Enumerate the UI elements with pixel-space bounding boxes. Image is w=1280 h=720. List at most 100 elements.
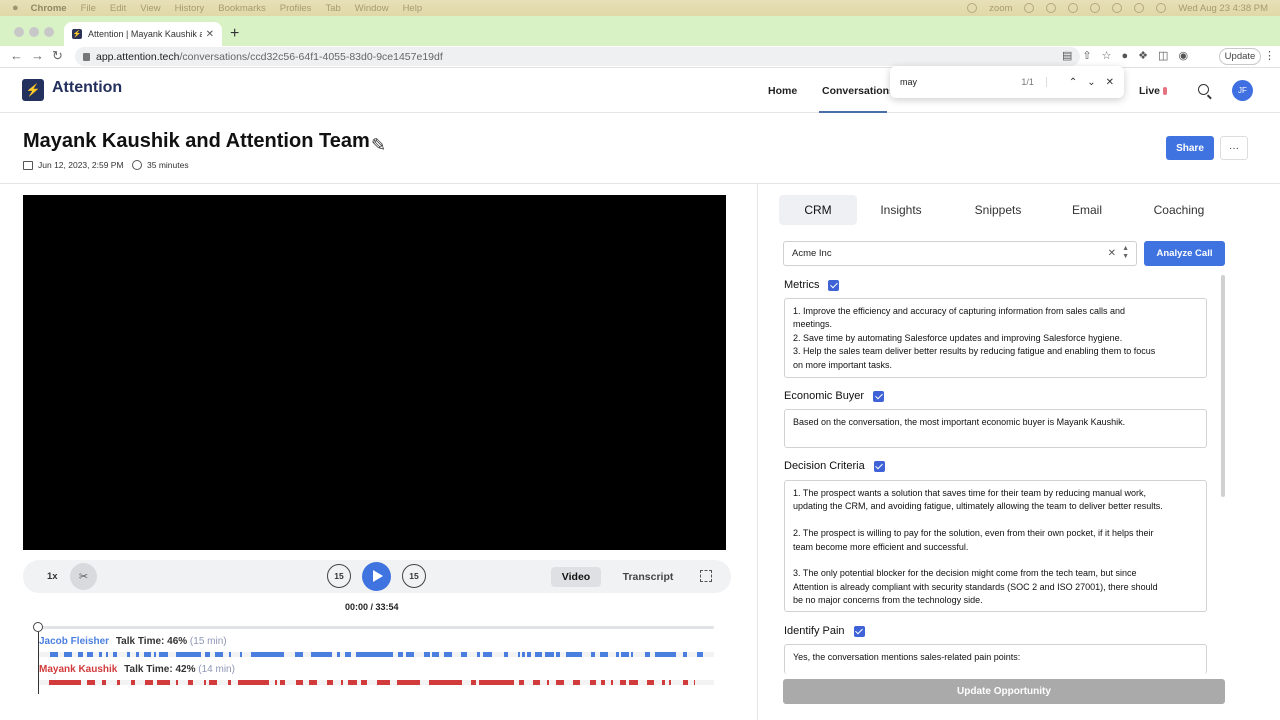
window-zoom-button[interactable] [44,27,54,37]
playback-progress-bar[interactable] [38,626,714,629]
wifi-icon[interactable] [1090,3,1101,13]
playback-speed-button[interactable]: 1x [47,571,58,582]
speaker-talk-time: Talk Time: 42% [124,664,196,675]
menu-tab[interactable]: Tab [325,3,340,14]
menubar-clock[interactable]: Wed Aug 23 4:38 PM [1178,3,1268,14]
find-prev-icon[interactable]: ⌃ [1069,77,1077,88]
economic-buyer-textarea[interactable]: Based on the conversation, the most impo… [784,409,1207,448]
playhead-knob[interactable] [33,622,43,632]
menu-bookmarks[interactable]: Bookmarks [218,3,266,14]
apple-icon[interactable]: ● [12,2,19,14]
record-icon[interactable] [1024,3,1035,13]
meeting-date-text: Jun 12, 2023, 2:59 PM [38,160,124,170]
tab-coaching[interactable]: Coaching [1141,195,1217,225]
talk-segment [348,680,358,685]
menu-edit[interactable]: Edit [110,3,126,14]
zoom-menu[interactable]: zoom [989,3,1012,14]
browser-tab[interactable]: ⚡ Attention | Mayank Kaushik and ✕ [64,22,222,46]
mic-icon[interactable] [967,3,978,13]
share-page-icon[interactable]: ⇧ [1082,49,1091,62]
talk-segment [361,680,368,685]
speaker-track-jacob[interactable] [39,652,714,657]
tab-video[interactable]: Video [551,567,601,587]
share-button[interactable]: Share [1166,136,1214,160]
page-action-icon[interactable]: ▤ [1062,49,1072,62]
decision-criteria-textarea[interactable]: 1. The prospect wants a solution that sa… [784,480,1207,612]
window-minimize-button[interactable] [29,27,39,37]
tab-crm[interactable]: CRM [779,195,857,225]
back-arrow-icon[interactable]: ← [10,48,23,63]
attention-favicon-icon: ⚡ [72,29,82,39]
menu-help[interactable]: Help [403,3,423,14]
reload-icon[interactable]: ↻ [52,48,63,64]
sidepanel-icon[interactable]: ◫ [1158,49,1168,62]
siri-icon[interactable] [1156,3,1167,13]
extension-icon[interactable]: ● [1122,50,1129,62]
tab-email[interactable]: Email [1057,195,1117,225]
skip-forward-15-icon[interactable]: 15 [402,564,426,588]
control-center-icon[interactable] [1134,3,1145,13]
account-select[interactable]: Acme Inc ✕ ▲ ▼ [783,241,1137,266]
new-tab-button[interactable]: + [230,25,239,43]
chrome-menu-icon[interactable]: ⋮ [1264,49,1275,62]
identify-pain-checkbox[interactable] [853,625,865,637]
select-arrows-icon[interactable]: ▲ ▼ [1122,245,1129,261]
find-close-icon[interactable]: ✕ [1106,77,1114,88]
economic-buyer-checkbox[interactable] [873,390,885,402]
nav-conversations[interactable]: Conversations [822,85,895,97]
menu-history[interactable]: History [175,3,205,14]
text-line: Yes, the conversation mentions sales-rel… [793,652,1021,662]
more-options-button[interactable]: ··· [1220,136,1248,160]
profile-avatar-icon[interactable]: ◉ [1178,49,1188,62]
tab-transcript[interactable]: Transcript [613,567,683,587]
spotlight-icon[interactable] [1112,3,1123,13]
attention-logo-icon[interactable]: ⚡ [22,79,44,101]
user-avatar[interactable]: JF [1232,80,1253,101]
menu-window[interactable]: Window [355,3,389,14]
talk-segment [682,680,688,685]
address-bar[interactable]: app.attention.tech/conversations/ccd32c5… [75,47,1080,66]
update-opportunity-button[interactable]: Update Opportunity [783,679,1225,704]
identify-pain-textarea[interactable]: Yes, the conversation mentions sales-rel… [784,644,1207,674]
play-button[interactable] [362,562,391,591]
bolt-icon[interactable] [1046,3,1057,13]
puzzle-icon[interactable]: ❖ [1138,49,1148,62]
text-line: 3. Help the sales team deliver better re… [793,346,1156,357]
crm-scrollbar[interactable] [1221,275,1225,497]
play-status-icon[interactable] [1068,3,1079,13]
tab-insights[interactable]: Insights [867,195,935,225]
scissors-clip-icon[interactable]: ✂ [70,563,97,590]
fullscreen-icon[interactable] [700,570,712,582]
find-input[interactable]: may [900,77,1021,87]
find-next-icon[interactable]: ⌄ [1087,77,1095,88]
menu-profiles[interactable]: Profiles [280,3,312,14]
video-player[interactable] [23,195,726,550]
metrics-checkbox[interactable] [828,279,840,291]
search-icon[interactable] [1198,84,1209,95]
speaker-track-mayank[interactable] [39,680,714,685]
talk-segment [355,652,393,657]
tab-snippets[interactable]: Snippets [963,195,1033,225]
nav-live[interactable]: Live [1139,85,1168,97]
window-close-button[interactable] [14,27,24,37]
nav-home[interactable]: Home [768,85,797,97]
clear-selection-icon[interactable]: ✕ [1108,248,1116,259]
talk-segment [479,680,515,685]
talk-segment [228,652,232,657]
talk-segment [443,652,453,657]
decision-criteria-checkbox[interactable] [873,460,885,472]
analyze-call-button[interactable]: Analyze Call [1144,241,1225,266]
edit-pencil-icon[interactable]: ✎ [371,135,386,156]
bookmark-star-icon[interactable]: ☆ [1102,49,1112,62]
tab-close-icon[interactable]: ✕ [206,29,214,40]
menu-view[interactable]: View [140,3,160,14]
logo-text[interactable]: Attention [52,79,122,97]
forward-arrow-icon[interactable]: → [31,48,44,63]
talk-segment [532,680,540,685]
text-line: meetings. [793,319,833,330]
metrics-textarea[interactable]: 1. Improve the efficiency and accuracy o… [784,298,1207,378]
menu-file[interactable]: File [81,3,96,14]
skip-back-15-icon[interactable]: 15 [327,564,351,588]
menu-app[interactable]: Chrome [31,3,67,14]
chrome-update-button[interactable]: Update [1219,48,1261,65]
